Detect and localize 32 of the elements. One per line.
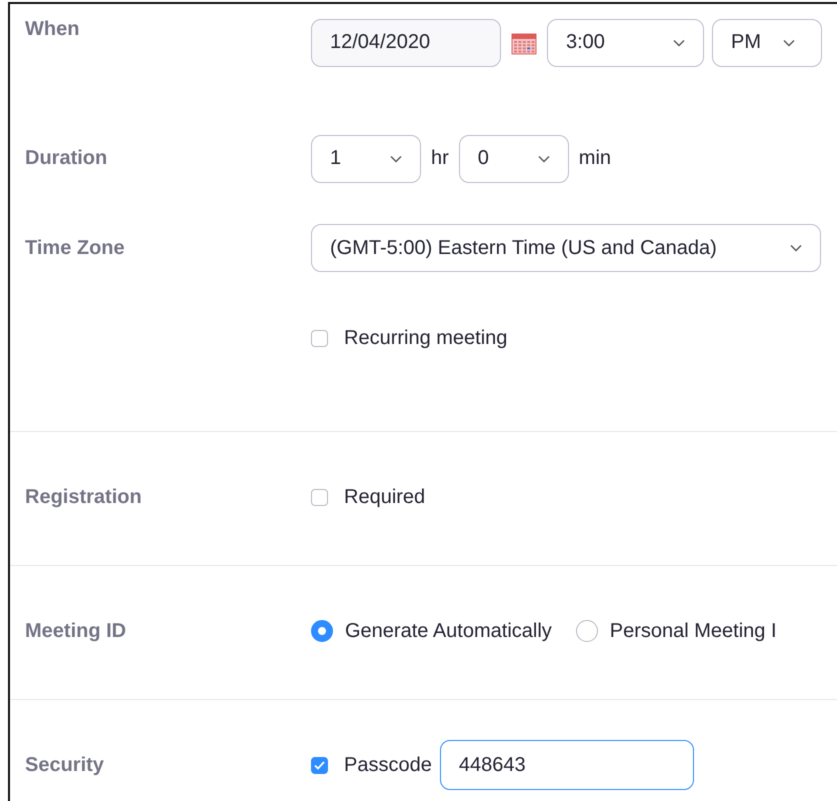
registration-label: Registration xyxy=(25,486,142,508)
required-label: Required xyxy=(344,486,426,508)
security-label: Security xyxy=(25,754,104,776)
meeting-id-label: Meeting ID xyxy=(25,620,126,642)
calendar-icon xyxy=(511,30,537,54)
chevron-down-icon xyxy=(783,38,795,46)
duration-label: Duration xyxy=(25,147,108,169)
check-icon xyxy=(314,760,325,770)
date-field[interactable]: 12/04/2020 xyxy=(311,18,501,66)
checkbox[interactable] xyxy=(311,488,328,506)
hours-unit: hr xyxy=(431,147,449,170)
radio-label: Personal Meeting I xyxy=(610,620,777,642)
passcode-field[interactable]: 448643 xyxy=(440,740,694,790)
hours-select[interactable]: 1 xyxy=(311,134,421,182)
time-zone-select[interactable]: (GMT-5:00) Eastern Time (US and Canada) xyxy=(311,224,821,272)
radio-button[interactable] xyxy=(576,620,598,642)
checkbox[interactable] xyxy=(311,756,328,774)
time-select[interactable]: 3:00 xyxy=(547,18,704,66)
radio-label: Generate Automatically xyxy=(345,620,552,642)
chevron-down-icon xyxy=(790,244,802,252)
chevron-down-icon xyxy=(538,154,550,162)
time-zone-label: Time Zone xyxy=(25,236,125,258)
checkbox[interactable] xyxy=(311,330,328,346)
ampm-select[interactable]: PM xyxy=(712,18,822,66)
when-label: When xyxy=(25,18,80,40)
chevron-down-icon xyxy=(673,38,685,46)
minutes-unit: min xyxy=(578,147,612,170)
radio-button[interactable] xyxy=(311,620,333,642)
recurring-label: Recurring meeting xyxy=(344,326,508,350)
chevron-down-icon xyxy=(390,154,402,162)
passcode-label: Passcode xyxy=(344,754,432,776)
minutes-select[interactable]: 0 xyxy=(458,134,569,182)
